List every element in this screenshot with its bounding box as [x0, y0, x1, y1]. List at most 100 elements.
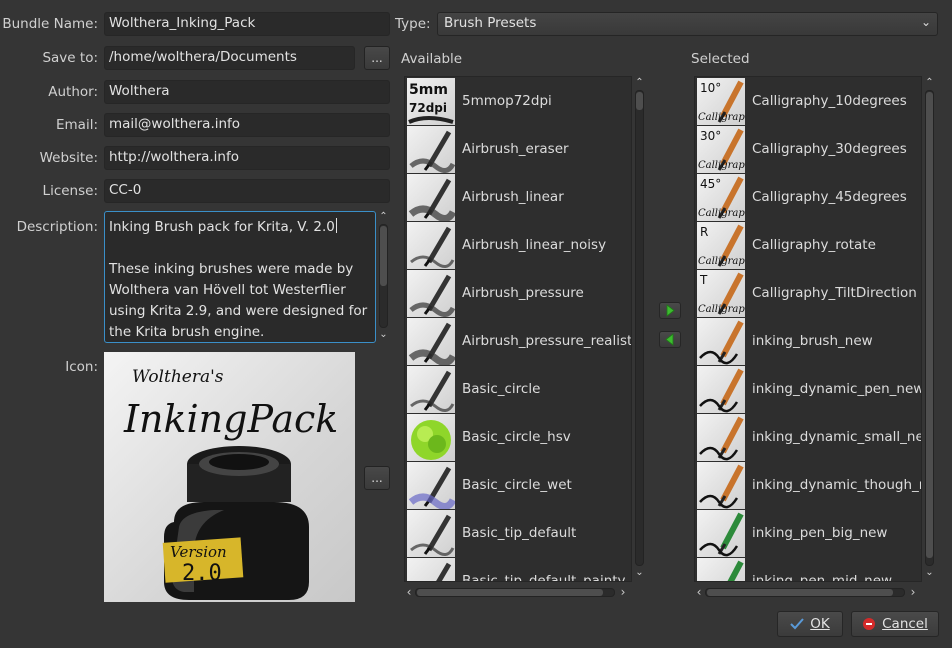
svg-text:72dpi: 72dpi — [409, 101, 447, 115]
email-field[interactable]: mail@wolthera.info — [104, 113, 390, 137]
license-field[interactable]: CC-0 — [104, 179, 390, 203]
author-field[interactable]: Wolthera — [104, 80, 390, 104]
available-hscrollbar[interactable]: ‹ › — [404, 586, 630, 598]
list-item[interactable]: inking_pen_big_new — [695, 509, 921, 557]
brush-preview-icon: 45° Calligraphy — [697, 173, 745, 221]
scroll-thumb[interactable] — [636, 92, 643, 110]
svg-text:T: T — [699, 273, 708, 287]
scroll-thumb[interactable] — [417, 589, 603, 596]
scroll-thumb[interactable] — [380, 226, 387, 286]
ok-button[interactable]: OK — [777, 611, 843, 637]
list-item[interactable]: T Calligraphy Calligraphy_TiltDirection — [695, 269, 921, 317]
bundle-name-field[interactable]: Wolthera_Inking_Pack — [104, 12, 390, 36]
scroll-right-icon[interactable]: › — [908, 586, 918, 598]
brush-preview-icon — [407, 173, 455, 221]
add-to-selected-button[interactable] — [659, 302, 681, 319]
save-to-browse-button[interactable]: ... — [364, 46, 390, 70]
scroll-thumb[interactable] — [707, 589, 893, 596]
description-textarea[interactable]: Inking Brush pack for Krita, V. 2.0 Thes… — [104, 211, 376, 343]
list-item-label: Calligraphy_10degrees — [752, 93, 907, 109]
list-item[interactable]: 5mm 72dpi 5mmop72dpi — [405, 77, 631, 125]
brush-preview-icon: 5mm 72dpi — [407, 77, 455, 125]
list-item-label: 5mmop72dpi — [462, 93, 552, 109]
scroll-up-icon[interactable]: ⌃ — [924, 78, 935, 88]
scroll-down-icon[interactable]: ⌄ — [378, 330, 389, 340]
bundle-icon-image: Wolthera's InkingPack Version 2.0 — [104, 352, 355, 602]
brush-preview-icon — [697, 365, 745, 413]
available-list[interactable]: 5mm 72dpi 5mmop72dpi Airbrush_eraser Airbrus… — [404, 76, 632, 582]
list-item-label: inking_brush_new — [752, 333, 873, 349]
available-header: Available — [401, 51, 463, 67]
description-scrollbar[interactable]: ⌃ ⌄ — [378, 212, 389, 342]
svg-text:Version: Version — [170, 543, 227, 561]
list-item-label: Basic_tip_default_painty — [462, 573, 626, 582]
text-cursor — [335, 218, 337, 233]
cancel-icon — [863, 618, 876, 630]
scroll-down-icon[interactable]: ⌄ — [634, 568, 645, 578]
list-item[interactable]: Airbrush_pressure — [405, 269, 631, 317]
list-item[interactable]: Airbrush_linear — [405, 173, 631, 221]
list-item[interactable]: Basic_circle_wet — [405, 461, 631, 509]
list-item[interactable]: Airbrush_pressure_realisti — [405, 317, 631, 365]
scroll-left-icon[interactable]: ‹ — [694, 586, 704, 598]
type-select[interactable]: Brush Presets ⌄ — [437, 12, 938, 36]
svg-text:Calligraphy: Calligraphy — [698, 256, 745, 267]
list-item[interactable]: inking_dynamic_though_ne — [695, 461, 921, 509]
list-item[interactable]: Basic_tip_default_painty — [405, 557, 631, 582]
scroll-thumb[interactable] — [926, 92, 933, 558]
remove-from-selected-button[interactable] — [659, 331, 681, 348]
brush-preview-icon — [697, 413, 745, 461]
scroll-up-icon[interactable]: ⌃ — [378, 212, 389, 222]
save-to-field[interactable]: /home/wolthera/Documents — [104, 46, 355, 70]
website-label: Website: — [39, 150, 98, 166]
chevron-down-icon: ⌄ — [920, 15, 931, 29]
selected-header: Selected — [691, 51, 750, 67]
list-item[interactable]: Basic_circle — [405, 365, 631, 413]
list-item[interactable]: inking_brush_new — [695, 317, 921, 365]
brush-preview-icon: 10° Calligraphy — [697, 77, 745, 125]
scroll-left-icon[interactable]: ‹ — [404, 586, 414, 598]
brush-preview-icon — [407, 317, 455, 365]
list-item-label: Calligraphy_45degrees — [752, 189, 907, 205]
list-item[interactable]: Basic_tip_default — [405, 509, 631, 557]
brush-preview-icon — [407, 461, 455, 509]
list-item-label: Basic_circle — [462, 381, 541, 397]
selected-list[interactable]: 10° Calligraphy Calligraphy_10degrees 30° Ca… — [694, 76, 922, 582]
list-item[interactable]: Basic_circle_hsv — [405, 413, 631, 461]
svg-text:Calligraphy: Calligraphy — [698, 112, 745, 123]
selected-scrollbar[interactable]: ⌃ ⌄ — [924, 78, 935, 580]
list-item-label: inking_pen_big_new — [752, 525, 888, 541]
cancel-button-label: Cancel — [882, 616, 928, 632]
scroll-right-icon[interactable]: › — [618, 586, 628, 598]
type-select-value: Brush Presets — [444, 15, 537, 31]
list-item[interactable]: inking_dynamic_small_new — [695, 413, 921, 461]
brush-preview-icon — [697, 461, 745, 509]
icon-browse-button[interactable]: ... — [364, 466, 390, 490]
list-item-label: Calligraphy_TiltDirection — [752, 285, 917, 301]
list-item-label: Airbrush_pressure_realisti — [462, 333, 632, 349]
cancel-button[interactable]: Cancel — [851, 611, 939, 637]
scroll-down-icon[interactable]: ⌄ — [924, 568, 935, 578]
list-item[interactable]: 30° Calligraphy Calligraphy_30degrees — [695, 125, 921, 173]
available-scrollbar[interactable]: ⌃ ⌄ — [634, 78, 645, 580]
list-item[interactable]: inking_dynamic_pen_new — [695, 365, 921, 413]
list-item[interactable]: Airbrush_linear_noisy — [405, 221, 631, 269]
website-field[interactable]: http://wolthera.info — [104, 146, 390, 170]
selected-hscrollbar[interactable]: ‹ › — [694, 586, 920, 598]
save-to-label: Save to: — [42, 50, 98, 66]
brush-preview-icon: R Calligraphy — [697, 221, 745, 269]
email-label: Email: — [55, 117, 98, 133]
list-item-label: Basic_circle_hsv — [462, 429, 571, 445]
list-item-label: Airbrush_linear — [462, 189, 564, 205]
scroll-up-icon[interactable]: ⌃ — [634, 78, 645, 88]
list-item[interactable]: inking_pen_mid_new — [695, 557, 921, 581]
list-item[interactable]: R Calligraphy Calligraphy_rotate — [695, 221, 921, 269]
svg-text:2.0: 2.0 — [182, 561, 222, 586]
svg-text:InkingPack: InkingPack — [123, 397, 338, 441]
arrow-left-icon — [665, 333, 674, 346]
list-item[interactable]: 45° Calligraphy Calligraphy_45degrees — [695, 173, 921, 221]
list-item[interactable]: Airbrush_eraser — [405, 125, 631, 173]
list-item[interactable]: 10° Calligraphy Calligraphy_10degrees — [695, 77, 921, 125]
svg-text:45°: 45° — [700, 177, 721, 191]
checkmark-icon — [790, 618, 804, 630]
